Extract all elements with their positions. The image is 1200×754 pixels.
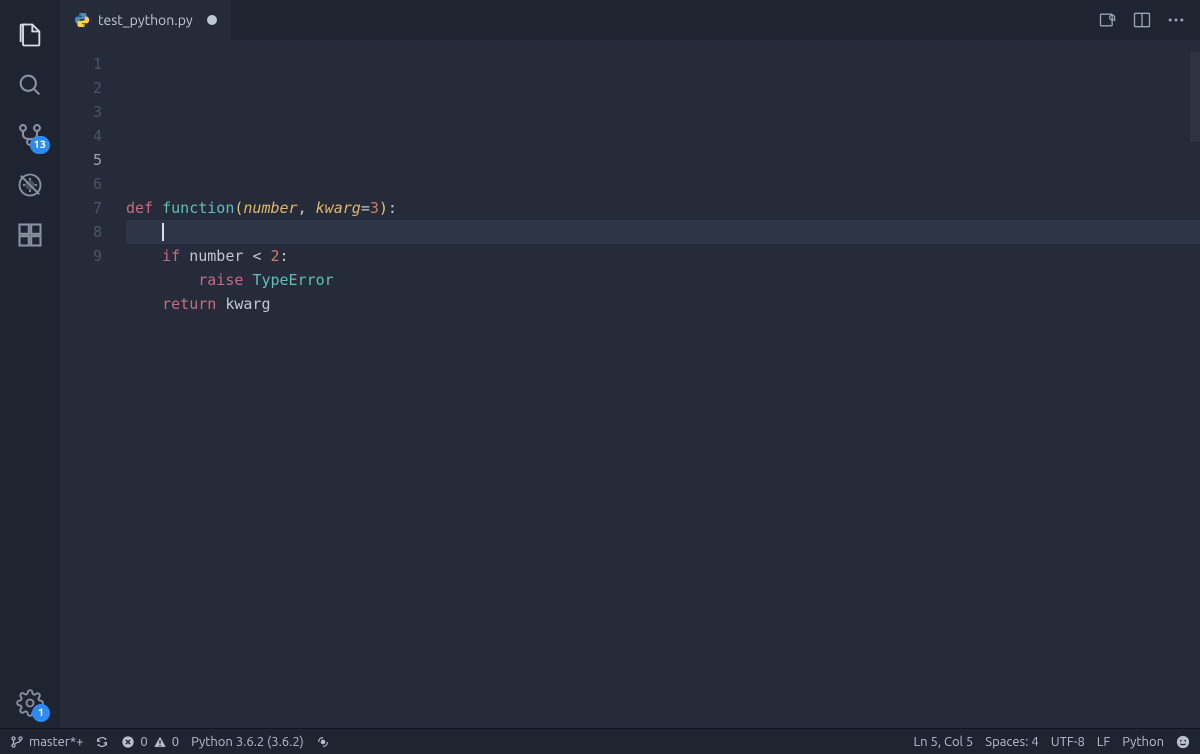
- branch-label: master*+: [29, 735, 83, 749]
- status-language[interactable]: Python: [1122, 735, 1164, 749]
- files-icon[interactable]: [0, 10, 60, 60]
- preview-icon[interactable]: [1098, 10, 1118, 30]
- editor-area: test_python.py 123456789: [60, 0, 1200, 728]
- scm-badge: 13: [30, 136, 50, 154]
- language-label: Python: [1122, 735, 1164, 749]
- line-number: 3: [60, 100, 102, 124]
- tab-bar: test_python.py: [60, 0, 1200, 40]
- more-icon[interactable]: [1166, 10, 1186, 30]
- code-content[interactable]: def function(number, kwarg=3): if number…: [112, 40, 1200, 728]
- code-line[interactable]: [126, 148, 1200, 172]
- ln-col-label: Ln 5, Col 5: [913, 735, 973, 749]
- status-spaces[interactable]: Spaces: 4: [985, 735, 1038, 749]
- extensions-icon[interactable]: [0, 210, 60, 260]
- line-number: 9: [60, 244, 102, 268]
- line-number: 8: [60, 220, 102, 244]
- line-gutter: 123456789: [60, 40, 112, 728]
- status-bar: master*+ 0 0 Python 3.6.2 (3.6.2) Ln 5, …: [0, 728, 1200, 754]
- status-eol[interactable]: LF: [1097, 735, 1110, 749]
- line-number: 2: [60, 76, 102, 100]
- status-branch[interactable]: master*+: [10, 735, 83, 749]
- code-line[interactable]: if number < 2:: [126, 244, 1200, 268]
- code-editor[interactable]: 123456789 def function(number, kwarg=3):…: [60, 40, 1200, 728]
- warnings-count: 0: [172, 735, 179, 749]
- text-cursor: [162, 223, 164, 241]
- eol-label: LF: [1097, 735, 1110, 749]
- code-line[interactable]: [126, 172, 1200, 196]
- line-number: 4: [60, 124, 102, 148]
- code-line[interactable]: [126, 220, 1200, 244]
- activity-bar: 13 1: [0, 0, 60, 728]
- editor-actions: [1084, 0, 1200, 40]
- status-problems[interactable]: 0 0: [121, 735, 179, 749]
- line-number: 7: [60, 196, 102, 220]
- status-encoding[interactable]: UTF-8: [1051, 735, 1085, 749]
- encoding-label: UTF-8: [1051, 735, 1085, 749]
- scm-icon[interactable]: 13: [0, 110, 60, 160]
- tab-test-python[interactable]: test_python.py: [60, 0, 232, 40]
- line-number: 5: [60, 148, 102, 172]
- code-line[interactable]: raise TypeError: [126, 268, 1200, 292]
- python-version-label: Python 3.6.2 (3.6.2): [191, 735, 304, 749]
- line-number: 6: [60, 172, 102, 196]
- status-sync[interactable]: [95, 735, 109, 749]
- dirty-indicator-icon: [207, 15, 217, 25]
- status-feedback-icon[interactable]: [1176, 735, 1190, 749]
- status-python[interactable]: Python 3.6.2 (3.6.2): [191, 735, 304, 749]
- code-line[interactable]: def function(number, kwarg=3):: [126, 196, 1200, 220]
- search-icon[interactable]: [0, 60, 60, 110]
- code-line[interactable]: [126, 316, 1200, 340]
- settings-badge: 1: [32, 704, 50, 722]
- spaces-label: Spaces: 4: [985, 735, 1038, 749]
- line-number: 1: [60, 52, 102, 76]
- tab-label: test_python.py: [98, 12, 193, 28]
- status-live-icon[interactable]: [316, 735, 330, 749]
- split-editor-icon[interactable]: [1132, 10, 1152, 30]
- errors-count: 0: [140, 735, 147, 749]
- status-ln-col[interactable]: Ln 5, Col 5: [913, 735, 973, 749]
- debug-icon[interactable]: [0, 160, 60, 210]
- settings-icon[interactable]: 1: [0, 678, 60, 728]
- python-file-icon: [74, 12, 90, 28]
- code-line[interactable]: return kwarg: [126, 292, 1200, 316]
- code-line[interactable]: [126, 124, 1200, 148]
